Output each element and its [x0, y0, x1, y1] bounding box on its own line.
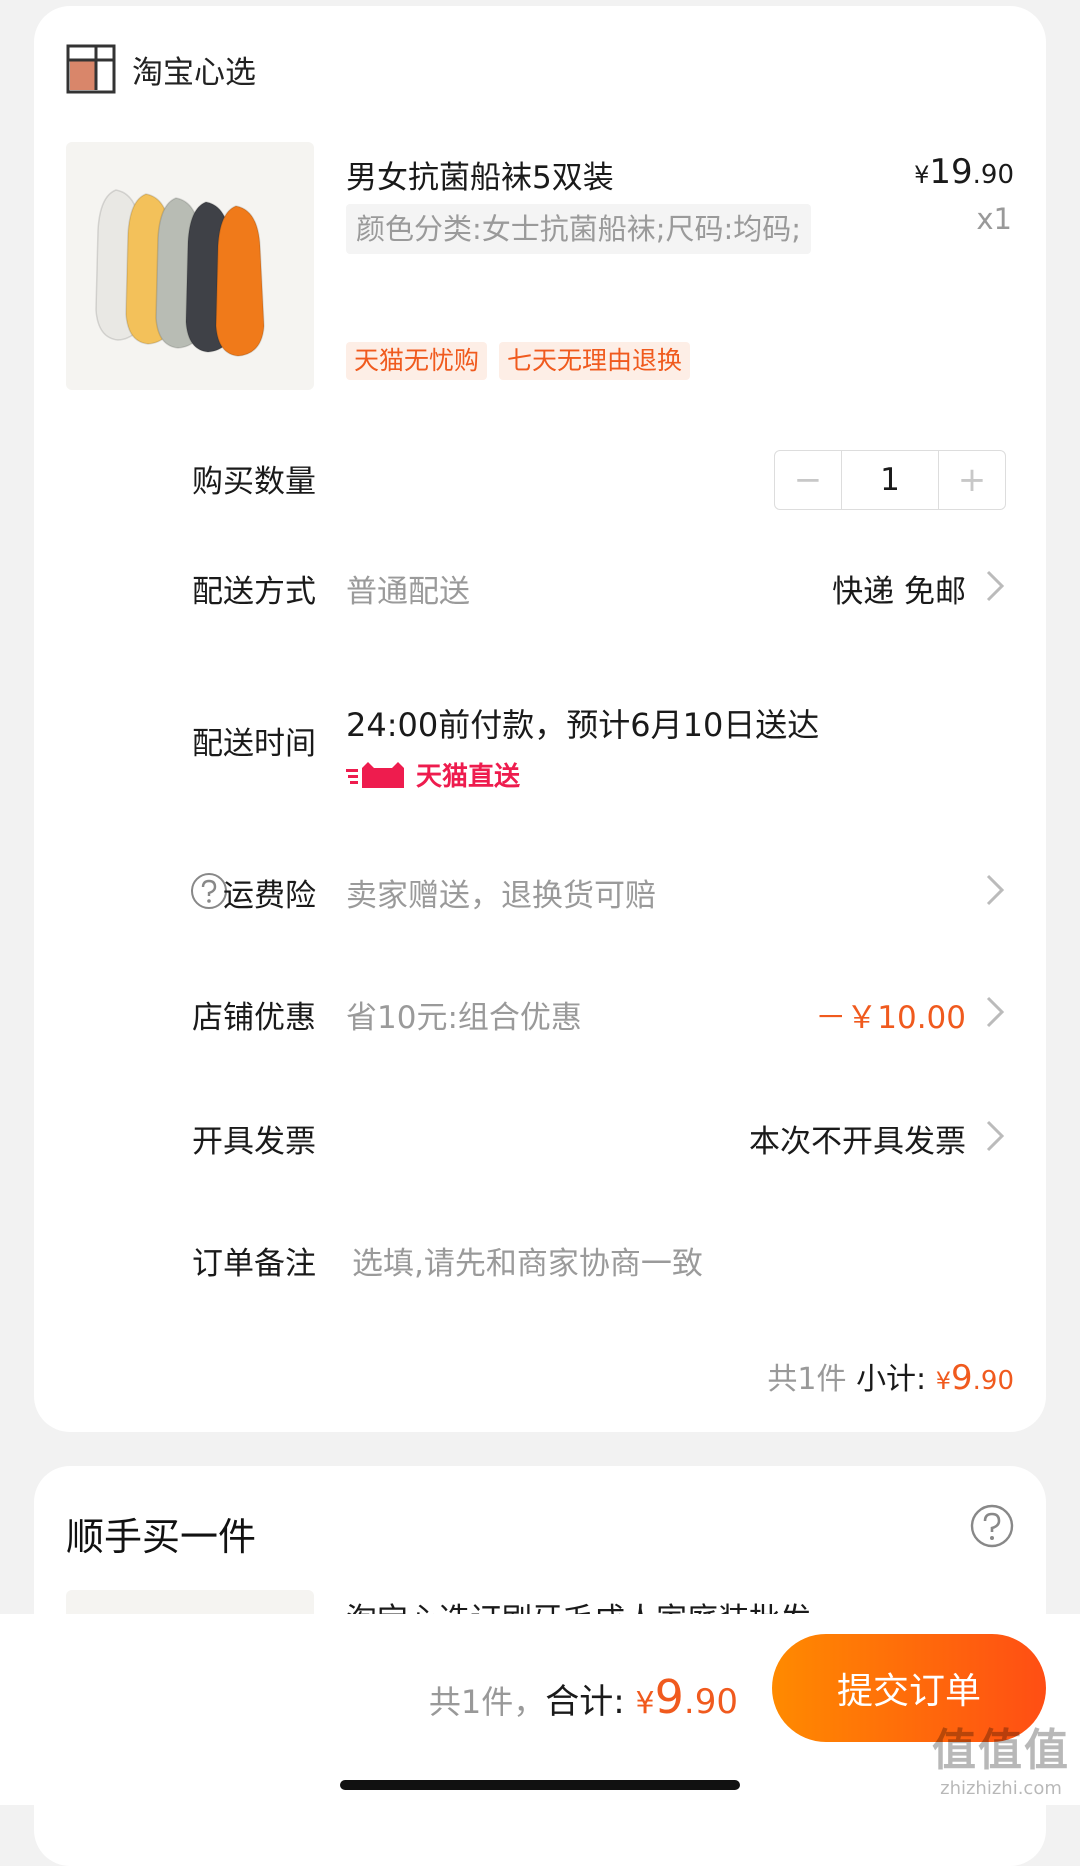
shop-name: 淘宝心选 — [132, 54, 256, 91]
quantity-minus-button[interactable]: − — [775, 451, 841, 509]
order-card: 淘宝心选 男女抗菌船袜5双装 颜色分类:女士抗菌船袜;尺码:均码; ¥19.90… — [34, 6, 1046, 1432]
shipping-insurance-row[interactable]: 运费险 卖家赠送，退换货可赔 — [34, 852, 1046, 922]
tag-tmall-worry-free: 天猫无忧购 — [346, 342, 488, 380]
chevron-right-icon — [986, 1120, 1005, 1152]
chevron-right-icon — [986, 874, 1005, 906]
store-discount-row[interactable]: 店铺优惠 省10元:组合优惠 －￥10.00 — [34, 976, 1046, 1046]
watermark-sub: zhizhizhi.com — [940, 1778, 1062, 1799]
product-price: ¥19.90 — [914, 152, 1014, 192]
checkout-bar: 共1件，合计: ¥9.90 提交订单 值值值 zhizhizhi.com — [0, 1614, 1080, 1805]
invoice-row[interactable]: 开具发票 本次不开具发票 — [34, 1100, 1046, 1170]
total-int: 9 — [654, 1670, 684, 1724]
delivery-time-label: 配送时间 — [192, 726, 316, 762]
shipping-insurance-label: 运费险 — [223, 878, 316, 914]
question-circle-icon[interactable] — [970, 1504, 1014, 1548]
order-remark-label: 订单备注 — [192, 1246, 316, 1282]
total-count: 共1件， — [428, 1683, 546, 1721]
product-title[interactable]: 男女抗菌船袜5双装 — [346, 152, 614, 197]
total-label: 合计: — [545, 1682, 636, 1722]
shipping-insurance-value: 卖家赠送，退换货可赔 — [346, 878, 656, 914]
store-discount-value: 省10元:组合优惠 — [346, 1000, 582, 1036]
order-remark-row[interactable]: 订单备注 选填,请先和商家协商一致 — [34, 1222, 1046, 1292]
shop-header[interactable]: 淘宝心选 — [66, 40, 256, 98]
price-symbol: ¥ — [914, 161, 930, 189]
socks-image — [95, 189, 265, 357]
delivery-method-label: 配送方式 — [192, 574, 316, 610]
quantity-value[interactable]: 1 — [841, 451, 939, 509]
total-symbol: ¥ — [635, 1686, 655, 1721]
product-sku[interactable]: 颜色分类:女士抗菌船袜;尺码:均码; — [346, 204, 812, 254]
price-int: 19 — [929, 152, 973, 192]
subtotal-symbol: ¥ — [935, 1367, 951, 1395]
quantity-label: 购买数量 — [192, 464, 316, 500]
service-tags: 天猫无忧购 七天无理由退换 — [346, 342, 691, 380]
chevron-right-icon — [986, 996, 1005, 1028]
subtotal: 共1件 小计: ¥9.90 — [767, 1354, 1014, 1398]
order-total: 共1件，合计: ¥9.90 — [429, 1670, 738, 1724]
price-dec: .90 — [972, 160, 1014, 190]
total-dec: .90 — [683, 1682, 738, 1722]
watermark: 值值值 zhizhizhi.com — [932, 1714, 1070, 1799]
order-remark-input[interactable]: 选填,请先和商家协商一致 — [352, 1238, 703, 1283]
store-discount-amount: －￥10.00 — [815, 1000, 966, 1036]
subtotal-count: 共1件 — [767, 1362, 847, 1397]
tmall-direct-badge: 天猫直送 — [346, 756, 520, 793]
subtotal-dec: .90 — [972, 1366, 1014, 1396]
home-indicator[interactable] — [340, 1780, 740, 1790]
store-discount-label: 店铺优惠 — [192, 1000, 316, 1036]
delivery-method-value: 普通配送 — [346, 574, 470, 610]
sock-shape — [215, 205, 265, 357]
taobao-xinxuan-logo-icon — [66, 44, 116, 94]
invoice-label: 开具发票 — [192, 1124, 316, 1160]
quantity-stepper[interactable]: − 1 + — [774, 450, 1006, 510]
tag-seven-day-return: 七天无理由退换 — [499, 342, 691, 380]
invoice-value: 本次不开具发票 — [749, 1124, 966, 1160]
delivery-time-text: 24:00前付款，预计6月10日送达 — [346, 706, 820, 744]
tmall-direct-label: 天猫直送 — [416, 762, 521, 792]
product-image[interactable] — [66, 142, 314, 390]
delivery-method-row[interactable]: 配送方式 普通配送 快递 免邮 — [34, 556, 1046, 626]
quantity-plus-button[interactable]: + — [939, 451, 1005, 509]
tmall-cat-icon — [346, 761, 404, 788]
delivery-method-right: 快递 免邮 — [832, 574, 966, 610]
sock-5 — [215, 205, 265, 357]
chevron-right-icon — [986, 570, 1005, 602]
subtotal-int: 9 — [951, 1358, 973, 1398]
product-qty: x1 — [976, 202, 1012, 236]
subtotal-label: 小计: — [856, 1362, 936, 1397]
watermark-main: 值值值 — [932, 1725, 1070, 1776]
upsell-title: 顺手买一件 — [66, 1515, 257, 1559]
